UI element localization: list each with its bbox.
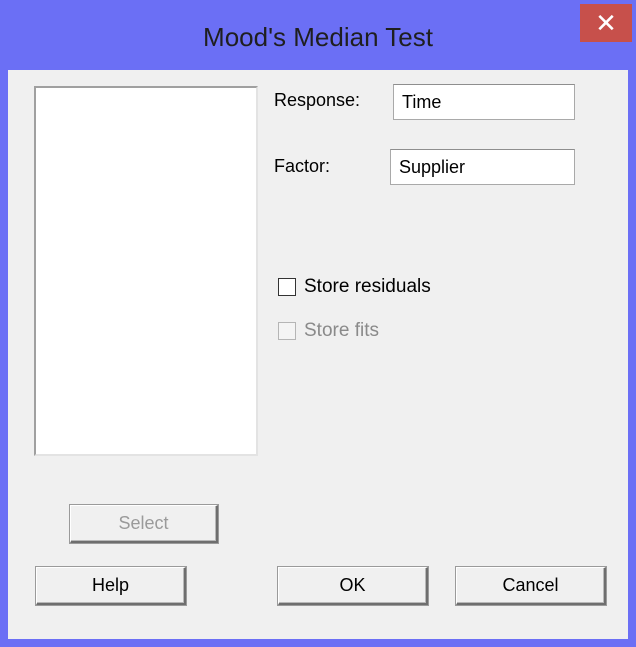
dialog-window: Mood's Median Test ✕ Response: Time Fact…: [0, 0, 636, 647]
close-icon: ✕: [595, 8, 617, 38]
ok-button[interactable]: OK: [278, 567, 428, 605]
store-fits-label: Store fits: [304, 320, 379, 341]
close-button[interactable]: ✕: [580, 4, 632, 42]
response-field[interactable]: Time: [393, 84, 575, 120]
store-residuals-checkbox[interactable]: [278, 278, 296, 296]
factor-label: Factor:: [274, 156, 331, 176]
response-label: Response:: [274, 90, 361, 110]
store-residuals-label: Store residuals: [304, 276, 431, 297]
dialog-body: Response: Time Factor: Supplier Store re…: [8, 70, 628, 639]
factor-field[interactable]: Supplier: [390, 149, 575, 185]
store-fits-checkbox: [278, 322, 296, 340]
help-button[interactable]: Help: [36, 567, 186, 605]
cancel-button[interactable]: Cancel: [456, 567, 606, 605]
title-bar[interactable]: Mood's Median Test ✕: [2, 2, 634, 70]
select-button: Select: [70, 505, 218, 543]
variables-listbox[interactable]: [34, 86, 258, 456]
dialog-title: Mood's Median Test: [203, 22, 433, 52]
